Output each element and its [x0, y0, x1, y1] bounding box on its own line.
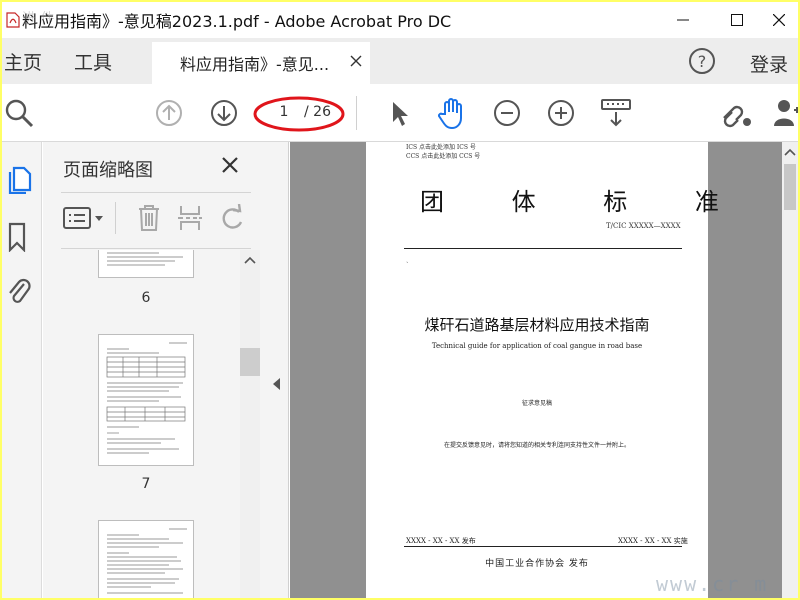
acrobat-icon	[6, 12, 20, 28]
scroll-up-icon[interactable]	[244, 256, 256, 264]
title-bar: 料应用指南》-意见稿2023.1.pdf - Adobe Acrobat Pro…	[2, 2, 798, 38]
delete-icon[interactable]	[137, 204, 161, 232]
search-icon[interactable]	[4, 98, 34, 128]
standard-type-heading: 团 体 标 准	[420, 188, 749, 216]
thumbnail-tools	[61, 198, 251, 238]
document-scrollbar[interactable]	[782, 142, 798, 598]
ics-line: ICS 点击此处添加 ICS 号	[406, 144, 476, 151]
close-panel-icon[interactable]	[221, 156, 239, 174]
watermark-text: www.cr m	[656, 572, 769, 596]
thumbnail-scrollbar[interactable]	[240, 250, 260, 598]
watermark-fragment: 进 件	[22, 11, 55, 27]
next-page-icon[interactable]	[209, 98, 239, 128]
publish-date: XXXX - XX - XX 发布	[406, 537, 476, 545]
hand-tool-icon[interactable]	[436, 96, 468, 130]
document-tab-label: 料应用指南》-意见...	[180, 55, 330, 74]
left-rail	[2, 142, 42, 598]
select-pointer-icon[interactable]	[388, 100, 412, 128]
thumbnail-preview	[106, 342, 187, 454]
maximize-icon	[731, 14, 743, 26]
attachment-icon[interactable]	[6, 276, 32, 306]
main-toolbar	[2, 84, 798, 142]
page-thumbnail-7[interactable]	[98, 334, 194, 466]
thumbnail-panel: 页面缩略图 6 7	[43, 142, 265, 598]
toolbar-divider	[356, 96, 357, 130]
share-user-icon[interactable]	[774, 98, 798, 128]
thumbnail-preview	[107, 252, 183, 266]
thumbnail-list: 6 7	[43, 250, 239, 598]
thumbnail-preview	[107, 528, 187, 594]
tools-tab-label: 工具	[74, 51, 113, 74]
page-rule	[404, 248, 682, 249]
close-icon	[773, 14, 785, 26]
minimize-button[interactable]	[660, 2, 706, 38]
patent-notice: 在提交反馈意见时，请将您知道的相关专利连同支持性文件一并附上。	[443, 442, 630, 449]
document-tab[interactable]: 料应用指南》-意见...	[152, 42, 370, 84]
scrollbar-thumb[interactable]	[240, 348, 260, 376]
panel-title: 页面缩略图	[63, 160, 153, 181]
page-rule	[404, 546, 682, 547]
collapse-left-icon[interactable]	[273, 378, 281, 390]
options-menu-icon[interactable]	[63, 206, 109, 230]
extract-pages-icon[interactable]	[177, 204, 203, 232]
tools-divider	[115, 202, 116, 234]
home-tab[interactable]: 主页	[4, 38, 42, 84]
document-title-cn: 煤矸石道路基层材料应用技术指南	[424, 316, 650, 334]
panel-divider	[61, 192, 251, 193]
tab-bar: 主页 工具 料应用指南》-意见... ? 登录	[2, 38, 798, 84]
panel-divider	[61, 248, 251, 249]
scroll-up-icon[interactable]	[784, 148, 796, 156]
panel-collapse-strip[interactable]	[265, 142, 289, 598]
tools-tab[interactable]: 工具	[74, 38, 112, 84]
read-mode-icon[interactable]	[600, 98, 632, 128]
ccs-line: CCS 点击此处添加 CCS 号	[406, 153, 481, 160]
scrollbar-thumb[interactable]	[784, 164, 796, 210]
close-tab-icon[interactable]	[350, 55, 362, 67]
zoom-out-icon[interactable]	[492, 98, 522, 128]
help-icon[interactable]: ?	[688, 47, 716, 75]
bookmark-icon[interactable]	[8, 222, 28, 252]
standard-code: T/CIC XXXXX—XXXX	[606, 222, 681, 230]
home-tab-label: 主页	[4, 51, 43, 74]
maximize-button[interactable]	[714, 2, 760, 38]
minimize-icon	[677, 19, 689, 21]
annotation-ellipse	[253, 96, 345, 132]
zoom-in-icon[interactable]	[546, 98, 576, 128]
page-thumbnail-6[interactable]	[98, 250, 194, 278]
page-thumbnail-8[interactable]	[98, 520, 194, 598]
close-window-button[interactable]	[756, 2, 798, 38]
share-link-icon[interactable]	[720, 98, 754, 128]
login-button[interactable]: 登录	[750, 50, 788, 77]
implement-date: XXXX - XX - XX 实施	[618, 537, 688, 545]
page-thumbnails-icon[interactable]	[6, 164, 32, 194]
previous-page-icon[interactable]	[154, 98, 184, 128]
document-page: ICS 点击此处添加 ICS 号 CCS 点击此处添加 CCS 号 团 体 标 …	[366, 142, 719, 598]
thumbnail-number: 6	[141, 290, 151, 306]
page-tick: `	[406, 262, 409, 269]
app-window: 料应用指南》-意见稿2023.1.pdf - Adobe Acrobat Pro…	[2, 2, 798, 598]
draft-label: 征求意见稿	[521, 400, 552, 407]
rotate-icon[interactable]	[219, 204, 247, 232]
window-title: 料应用指南》-意见稿2023.1.pdf - Adobe Acrobat Pro…	[22, 12, 452, 31]
document-title-en: Technical guide for application of coal …	[431, 342, 643, 350]
issuing-organization: 中国工业合作协会 发布	[485, 559, 589, 569]
thumbnail-number: 7	[141, 476, 151, 492]
svg-text:?: ?	[698, 52, 707, 71]
